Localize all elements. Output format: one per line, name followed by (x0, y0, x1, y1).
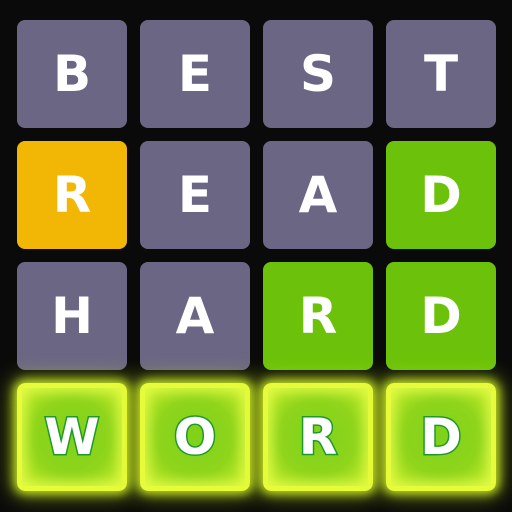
tile-r2-c3: A (263, 141, 373, 249)
tile-letter: R (297, 408, 338, 466)
tile-r1-c3: S (263, 20, 373, 128)
tile-r1-c2: E (140, 20, 250, 128)
tile-letter: R (52, 166, 92, 224)
tile-r2-c4: D (386, 141, 496, 249)
tile-letter: D (420, 287, 462, 345)
tile-r1-c4: T (386, 20, 496, 128)
tile-r2-c1: R (17, 141, 127, 249)
answer-tile-r4-c1: W (17, 383, 127, 491)
tile-letter: S (299, 45, 336, 103)
answer-tile-r4-c4: D (386, 383, 496, 491)
word-game-board: B E S T R E A D H A R D W O R D (0, 0, 512, 512)
tile-letter: B (52, 45, 92, 103)
tile-letter: E (177, 166, 213, 224)
tile-r3-c1: H (17, 262, 127, 370)
tile-letter: D (419, 408, 463, 466)
tile-letter: T (423, 45, 459, 103)
tile-r3-c2: A (140, 262, 250, 370)
tile-r2-c2: E (140, 141, 250, 249)
tile-letter: W (43, 408, 101, 466)
tile-letter: E (177, 45, 213, 103)
tile-r3-c4: D (386, 262, 496, 370)
answer-tile-r4-c3: R (263, 383, 373, 491)
tile-letter: O (172, 408, 217, 466)
tile-r3-c3: R (263, 262, 373, 370)
tile-letter: D (420, 166, 462, 224)
tile-letter: A (175, 287, 215, 345)
tile-letter: A (298, 166, 338, 224)
tile-letter: H (51, 287, 93, 345)
tile-letter: R (298, 287, 338, 345)
tile-r1-c1: B (17, 20, 127, 128)
answer-tile-r4-c2: O (140, 383, 250, 491)
